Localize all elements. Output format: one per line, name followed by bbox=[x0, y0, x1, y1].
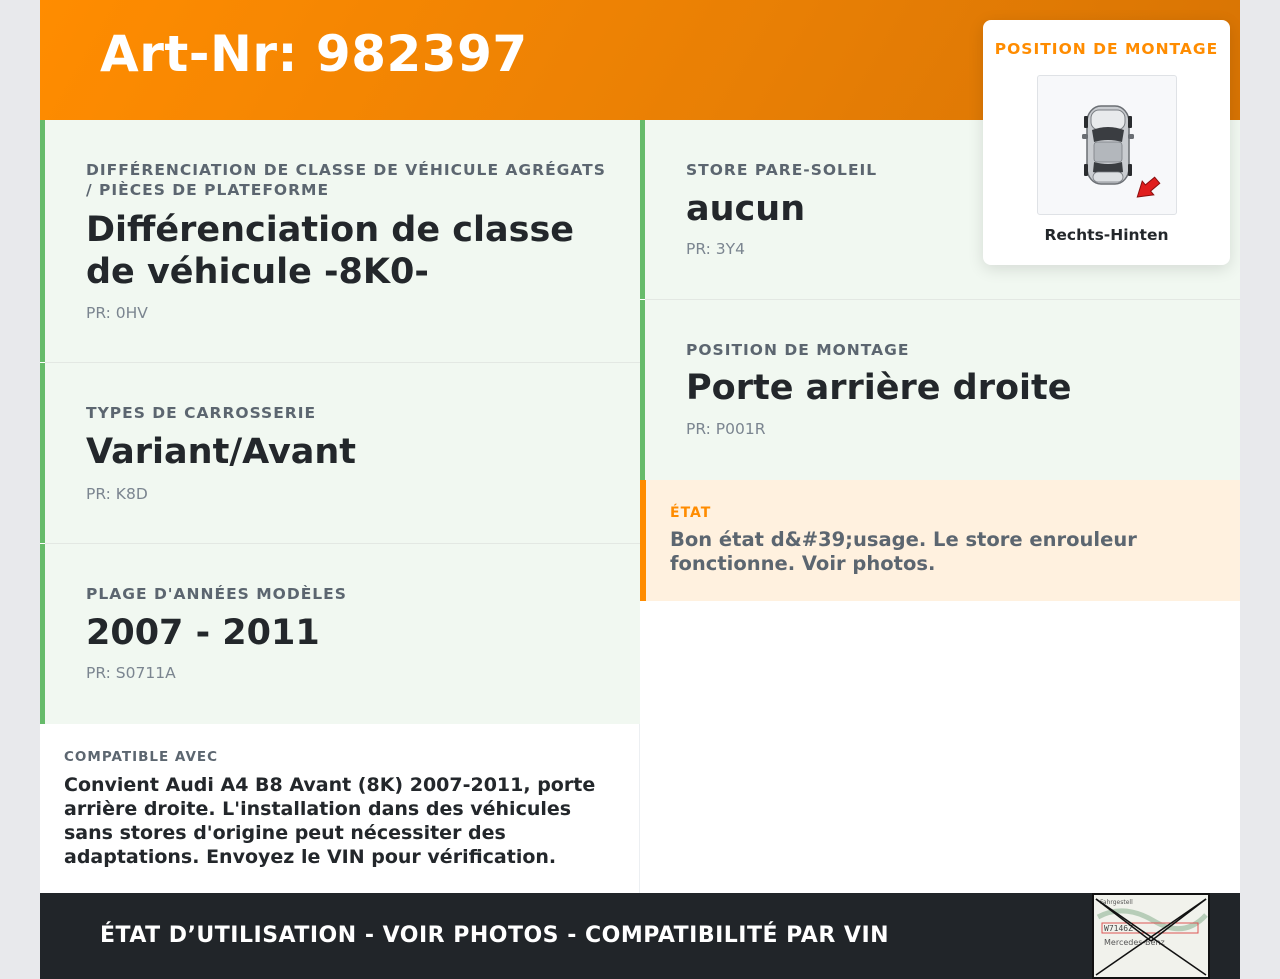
thumbnail-document-icon: Fahrgestell W7146Z Mercedes-Benz bbox=[1094, 895, 1208, 977]
car-top-view-icon bbox=[1082, 105, 1161, 198]
card-value: Différenciation de classe de véhicule -8… bbox=[86, 210, 575, 292]
card-value: Variant/Avant bbox=[86, 432, 357, 472]
card-body-type: TYPES DE CARROSSERIE Variant/Avant PR: K… bbox=[40, 363, 640, 543]
card-model-years: PLAGE D'ANNÉES MODÈLES 2007 - 2011 PR: S… bbox=[40, 544, 640, 724]
card-pr-code: PR: 3Y4 bbox=[686, 240, 745, 258]
card-value: Porte arrière droite bbox=[686, 368, 1072, 408]
compatibility-label: COMPATIBLE AVEC bbox=[64, 749, 219, 765]
card-label: STORE PARE-SOLEIL bbox=[686, 161, 878, 179]
mounting-card-label: POSITION DE MONTAGE bbox=[994, 40, 1219, 58]
footer-text: ÉTAT D’UTILISATION - VOIR PHOTOS - COMPA… bbox=[100, 923, 890, 948]
card-pr-code: PR: 0HV bbox=[86, 304, 148, 322]
card-label: PLAGE D'ANNÉES MODÈLES bbox=[86, 585, 347, 603]
mounting-card-caption: Rechts-Hinten bbox=[1044, 226, 1169, 244]
mounting-position-card: POSITION DE MONTAGE Rechts-Hinten bbox=[983, 20, 1230, 265]
card-pr-code: PR: P001R bbox=[686, 420, 766, 438]
card-label: TYPES DE CARROSSERIE bbox=[86, 404, 317, 422]
card-label: DIFFÉRENCIATION DE CLASSE DE VÉHICULE AG… bbox=[86, 161, 606, 199]
compatibility-text: Convient Audi A4 B8 Avant (8K) 2007-2011… bbox=[64, 774, 596, 868]
thumb-text-mid: W7146Z bbox=[1104, 924, 1133, 933]
footer-bar: ÉTAT D’UTILISATION - VOIR PHOTOS - COMPA… bbox=[40, 893, 1240, 979]
page: Art-Nr: 982397 DIFFÉRENCIATION DE CLASSE… bbox=[40, 0, 1240, 979]
document-thumbnail[interactable]: Fahrgestell W7146Z Mercedes-Benz bbox=[1092, 893, 1210, 979]
compatibility-box: COMPATIBLE AVEC Convient Audi A4 B8 Avan… bbox=[40, 724, 640, 893]
card-value: aucun bbox=[686, 189, 806, 229]
card-pr-code: PR: S0711A bbox=[86, 664, 176, 682]
condition-label: ÉTAT bbox=[670, 505, 712, 521]
condition-box: ÉTAT Bon état d&#39;usage. Le store enro… bbox=[640, 480, 1240, 601]
article-number-title: Art-Nr: 982397 bbox=[100, 25, 528, 83]
card-pr-code: PR: K8D bbox=[86, 485, 148, 503]
card-label: POSITION DE MONTAGE bbox=[686, 341, 910, 359]
condition-text: Bon état d&#39;usage. Le store enrouleur… bbox=[670, 528, 1137, 575]
car-position-image bbox=[1037, 75, 1177, 215]
card-value: 2007 - 2011 bbox=[86, 613, 320, 653]
card-vehicle-class: DIFFÉRENCIATION DE CLASSE DE VÉHICULE AG… bbox=[40, 120, 640, 362]
card-mounting-position: POSITION DE MONTAGE Porte arrière droite… bbox=[640, 300, 1240, 480]
